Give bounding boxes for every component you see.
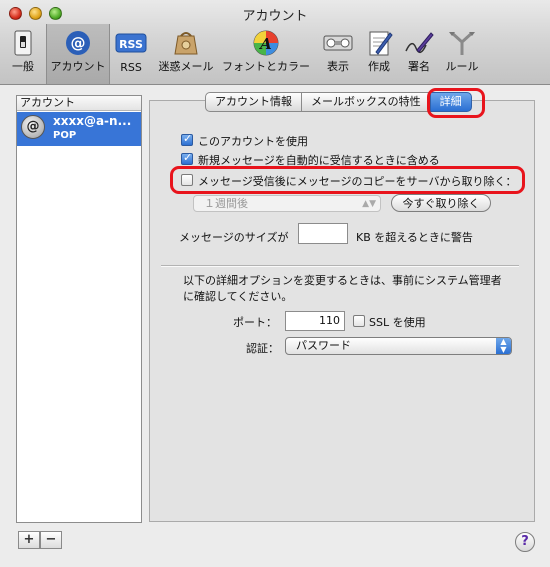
accounts-list-header: アカウント (17, 96, 141, 111)
toolbar-signatures[interactable]: 署名 (401, 24, 437, 84)
help-button[interactable]: ? (515, 532, 535, 552)
updown-arrows-icon: ▲▼ (362, 199, 376, 209)
admin-note: 以下の詳細オプションを変更するときは、事前にシステム管理者に確認してください。 (183, 274, 502, 303)
highlight-delete-copy (170, 166, 525, 194)
add-account-button[interactable]: + (18, 531, 40, 549)
highlight-advanced-tab (427, 88, 485, 118)
accounts-list: アカウント @ xxxx@a-n... POP (16, 95, 142, 523)
use-account-checkbox[interactable] (181, 132, 193, 146)
size-warning-suffix: KB を超えるときに警告 (356, 231, 473, 244)
at-sign-icon: @ (21, 115, 45, 139)
account-item[interactable]: @ xxxx@a-n... POP (17, 112, 141, 146)
tab-account-info[interactable]: アカウント情報 (205, 92, 302, 112)
font-color-icon: A (253, 30, 279, 56)
updown-arrows-icon: ▲▼ (496, 338, 511, 354)
toolbar-junk-mail[interactable]: 迷惑メール (154, 24, 218, 84)
remove-after-value: １週間後 (204, 197, 248, 210)
account-name: xxxx@a-n... (53, 114, 132, 128)
toolbar-general[interactable]: 一般 (4, 24, 42, 84)
compose-icon (369, 31, 393, 56)
at-sign-icon: @ (66, 31, 90, 55)
remove-after-select[interactable]: １週間後 ▲▼ (193, 195, 381, 212)
toolbar-compose[interactable]: 作成 (361, 24, 397, 84)
signature-icon (405, 32, 434, 54)
use-account-label: このアカウントを使用 (198, 135, 308, 148)
svg-text:A: A (258, 35, 272, 53)
display-icon (323, 35, 353, 51)
remove-account-button[interactable]: − (40, 531, 62, 549)
junk-bag-icon (174, 32, 198, 55)
account-type: POP (53, 130, 77, 141)
auto-receive-checkbox[interactable] (181, 151, 193, 165)
preferences-window: アカウント 一般 @ アカウント RSS RSS 迷惑メール A フォントとカラ… (0, 0, 550, 567)
auth-value: パスワード (296, 339, 351, 352)
toolbar: アカウント 一般 @ アカウント RSS RSS 迷惑メール A フォントとカラ… (0, 0, 550, 85)
window-title: アカウント (242, 9, 308, 24)
ssl-label: SSL を使用 (369, 316, 426, 329)
rules-icon (449, 31, 475, 55)
auth-select[interactable]: パスワード ▲ ▼ (285, 337, 512, 355)
auth-label: 認証： (246, 342, 279, 355)
svg-text:@: @ (71, 34, 86, 52)
size-warning-label: メッセージのサイズが (179, 231, 289, 244)
svg-text:RSS: RSS (119, 38, 143, 51)
toolbar-display[interactable]: 表示 (318, 24, 358, 84)
toolbar-rules[interactable]: ルール (441, 24, 483, 84)
tab-mailbox-behaviors[interactable]: メールボックスの特性 (301, 92, 431, 112)
toolbar-fonts-colors[interactable]: A フォントとカラー (219, 24, 313, 84)
switch-icon (14, 30, 32, 56)
port-field[interactable]: 110 (285, 311, 345, 331)
port-label: ポート： (233, 316, 277, 329)
rss-icon: RSS (115, 33, 147, 53)
toolbar-accounts[interactable]: @ アカウント (46, 24, 110, 84)
toolbar-rss[interactable]: RSS RSS (113, 24, 149, 84)
section-divider (161, 265, 519, 267)
ssl-checkbox[interactable] (353, 315, 365, 327)
size-limit-field[interactable] (298, 223, 348, 244)
remove-now-button[interactable]: 今すぐ取り除く (391, 194, 491, 212)
